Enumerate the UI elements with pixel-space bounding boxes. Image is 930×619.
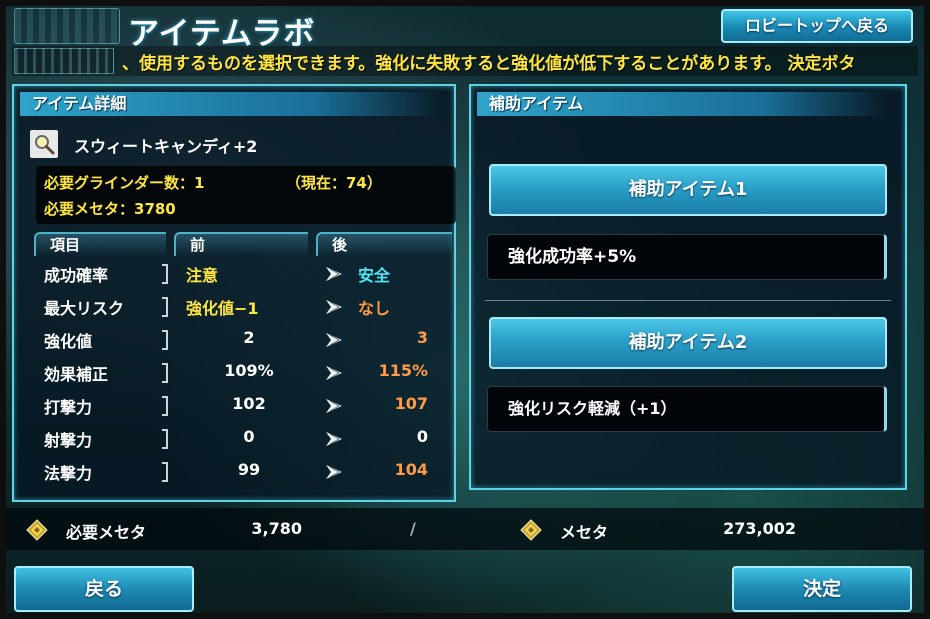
stat-label: 成功確率 (44, 266, 109, 285)
stat-row-strike-power: 打撃力 102 107 (34, 390, 454, 420)
stat-label: 最大リスク (44, 299, 125, 318)
item-row: スウィートキャンディ+2 (30, 128, 450, 160)
required-meseta-value: 3,780 (251, 519, 302, 538)
header: アイテムラボ (8, 6, 408, 52)
required-grinders: 必要グラインダー数：1 (44, 174, 205, 192)
stat-before: 強化値−1 (186, 299, 259, 318)
stat-label: 効果補正 (44, 365, 109, 384)
ticker-decoration (14, 48, 114, 74)
stat-row-grind-value: 強化値 2 3 (34, 324, 454, 354)
owned-meseta-value: 273,002 (723, 519, 796, 538)
bracket-divider (162, 462, 168, 482)
bracket-divider (162, 264, 168, 284)
stat-after: 0 (416, 427, 428, 446)
stat-label: 法撃力 (44, 464, 93, 483)
meseta-coin-icon (520, 519, 542, 541)
arrow-right-icon (326, 465, 342, 479)
bracket-divider (162, 429, 168, 449)
stat-after: 104 (394, 460, 428, 479)
arrow-right-icon (326, 267, 342, 281)
column-header-after: 後 (316, 232, 452, 256)
stat-row-effect-bonus: 効果補正 109% 115% (34, 357, 454, 387)
bracket-divider (162, 297, 168, 317)
item-name: スウィートキャンディ+2 (74, 137, 258, 156)
stat-before: 0 (243, 427, 255, 446)
stat-after: 安全 (358, 266, 391, 285)
column-header-before: 前 (174, 232, 308, 256)
arrow-right-icon (326, 300, 342, 314)
lobby-top-button[interactable]: ロビートップへ戻る (721, 9, 913, 43)
panel-divider (485, 300, 891, 301)
back-button[interactable]: 戻る (14, 566, 194, 612)
info-ticker: 、使用するものを選択できます。強化に失敗すると強化値が低下することがあります。 … (12, 46, 918, 76)
bracket-divider (162, 396, 168, 416)
stat-label: 打撃力 (44, 398, 93, 417)
stat-after: 115% (378, 361, 428, 380)
stat-row-tech-power: 法撃力 99 104 (34, 456, 454, 486)
aux-item-1-button[interactable]: 補助アイテム1 (489, 164, 887, 216)
aux-item-heading: 補助アイテム (477, 92, 887, 116)
bracket-divider (162, 330, 168, 350)
stat-row-success-rate: 成功確率 注意 安全 (34, 258, 454, 288)
stat-before: 99 (237, 460, 261, 479)
requirements-box: 必要グラインダー数：1 （現在：74） 必要メセタ：3780 (36, 166, 456, 224)
item-detail-panel: アイテム詳細 スウィートキャンディ+2 必要グラインダー数：1 （現在：74） … (12, 84, 456, 502)
owned-meseta-label: メセタ (560, 523, 609, 542)
meseta-bar: 必要メセタ 3,780 / メセタ 273,002 (6, 508, 924, 550)
stat-before: 2 (243, 328, 255, 347)
stat-before: 109% (224, 361, 274, 380)
title-decoration (14, 8, 120, 44)
arrow-right-icon (326, 366, 342, 380)
stat-after: なし (358, 299, 391, 318)
bracket-divider (162, 363, 168, 383)
confirm-button[interactable]: 決定 (732, 566, 912, 612)
meseta-coin-icon (26, 519, 48, 541)
arrow-right-icon (326, 333, 342, 347)
stat-row-shoot-power: 射撃力 0 0 (34, 423, 454, 453)
aux-item-1-value[interactable]: 強化成功率+5% (487, 234, 887, 280)
aux-item-2-value[interactable]: 強化リスク軽減（+1） (487, 386, 887, 432)
item-detail-heading: アイテム詳細 (20, 92, 440, 116)
current-grinders: （現在：74） (286, 174, 382, 192)
stat-label: 強化値 (44, 332, 93, 351)
magnifier-item-icon (30, 130, 58, 158)
stat-before: 注意 (186, 266, 219, 285)
stat-before: 102 (232, 394, 266, 413)
arrow-right-icon (326, 432, 342, 446)
stat-after: 3 (416, 328, 428, 347)
ticker-text: 、使用するものを選択できます。強化に失敗すると強化値が低下することがあります。 … (122, 54, 856, 74)
aux-item-panel: 補助アイテム 補助アイテム1 強化成功率+5% 補助アイテム2 強化リスク軽減（… (469, 84, 907, 490)
required-meseta-label: 必要メセタ (66, 523, 147, 542)
stat-row-max-risk: 最大リスク 強化値−1 なし (34, 291, 454, 321)
column-header-item: 項目 (34, 232, 166, 256)
stat-label: 射撃力 (44, 431, 93, 450)
stat-after: 107 (394, 394, 428, 413)
meseta-separator: / (410, 519, 416, 538)
required-meseta: 必要メセタ：3780 (44, 200, 176, 218)
aux-item-2-button[interactable]: 補助アイテム2 (489, 317, 887, 369)
arrow-right-icon (326, 399, 342, 413)
